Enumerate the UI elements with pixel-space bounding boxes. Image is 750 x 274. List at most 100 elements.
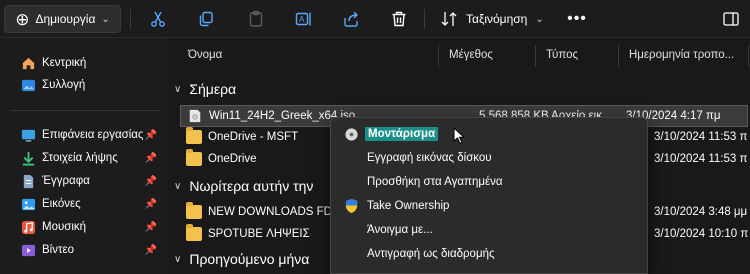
context-item-label: Άνοιγμα με... [367,224,433,236]
pin-icon: 📌 [144,221,157,233]
delete-icon [392,11,406,27]
create-new-button[interactable]: ⊕ Δημιουργία ⌄ [4,5,121,33]
sidebar-item-home[interactable]: Κεντρική [0,52,165,74]
group-label: Προηγούμενο μήνα [189,251,310,267]
pin-icon: 📌 [144,129,157,141]
sidebar-item-label: Συλλογή [42,79,86,91]
context-item-take-ownership[interactable]: Take Ownership [337,195,641,217]
sort-label: Ταξινόμηση [466,12,528,26]
videos-icon [20,242,36,258]
file-date: 3/10/2024 10:10 πμ [654,228,748,240]
sidebar-item-videos[interactable]: Βίντεο 📌 [0,239,165,261]
sidebar-item-label: Κεντρική [42,57,87,69]
group-header-last-month[interactable]: ∨ Προηγούμενο μήνα [174,249,309,269]
folder-icon [186,149,202,166]
pin-icon: 📌 [144,198,157,210]
context-item-mount[interactable]: Μοντάρισμα [337,123,641,145]
folder-icon [186,224,202,241]
desktop-icon [20,127,36,143]
context-item-copy-as-path[interactable]: Αντιγραφή ως διαδρομής [337,243,641,265]
pictures-icon [20,196,36,212]
file-date: 3/10/2024 11:53 πμ [654,131,748,143]
more-options-button[interactable]: ••• [562,5,592,33]
downloads-icon [20,150,36,166]
svg-text:A: A [299,15,305,24]
disc-image-icon [189,109,201,123]
pin-icon: 📌 [144,152,157,164]
paste-icon [249,10,263,27]
uac-shield-icon [343,198,359,214]
file-date: 3/10/2024 3:48 μμ [654,206,748,218]
sidebar-item-label: Εικόνες [42,198,81,210]
copy-icon [199,11,213,27]
share-icon [344,11,358,27]
context-item-label: Μοντάρισμα [365,127,439,141]
paste-button[interactable] [241,5,271,33]
pin-icon: 📌 [144,175,157,187]
cut-button[interactable] [143,5,173,33]
music-icon [20,219,36,235]
navigation-pane: Κεντρική Συλλογή Επιφάνεια εργασίας 📌 Στ… [0,38,167,274]
sidebar-item-label: Στοιχεία λήψης [42,152,118,164]
sidebar-item-label: Επιφάνεια εργασίας [42,129,144,141]
plus-icon: ⊕ [15,9,30,29]
group-label: Σήμερα [189,81,237,97]
home-icon [20,55,36,71]
context-menu: Μοντάρισμα Εγγραφή εικόνας δίσκου Προσθή… [330,117,648,274]
group-header-today[interactable]: ∨ Σήμερα [174,79,236,99]
sidebar-item-label: Έγγραφα [42,175,90,187]
toolbar-divider [424,9,425,29]
file-name: NEW DOWNLOADS FDM [208,206,336,218]
folder-icon [186,127,202,144]
context-item-label: Εγγραφή εικόνας δίσκου [367,152,492,164]
column-header-name[interactable]: Όνομα [178,44,438,66]
sort-button[interactable]: Ταξινόμηση ⌄ [436,5,548,33]
chevron-down-icon: ∨ [174,180,182,192]
documents-icon [20,173,36,189]
column-header-date[interactable]: Ημερομηνία τροπο... [619,44,749,66]
context-item-label: Αντιγραφή ως διαδρομής [367,248,495,260]
toolbar-divider [130,9,131,29]
context-item-add-to-favorites[interactable]: Προσθήκη στα Αγαπημένα [337,171,641,193]
details-pane-button[interactable] [716,5,746,33]
sidebar-item-label: Βίντεο [42,244,75,256]
delete-button[interactable] [384,5,414,33]
sidebar-item-label: Μουσική [42,221,87,233]
share-button[interactable] [336,5,366,33]
sidebar-item-gallery[interactable]: Συλλογή [0,74,165,96]
more-icon: ••• [567,10,587,27]
column-header-size[interactable]: Μέγεθος [439,44,535,66]
group-header-earlier-this-month[interactable]: ∨ Νωρίτερα αυτήν την [174,176,313,196]
sidebar-item-documents[interactable]: Έγγραφα 📌 [0,170,165,192]
context-item-label: Take Ownership [367,200,450,212]
cut-icon [151,11,165,27]
rename-button[interactable]: A [289,5,319,33]
sort-icon [441,12,457,26]
chevron-down-icon: ∨ [174,253,182,265]
context-item-label: Προσθήκη στα Αγαπημένα [367,176,503,188]
copy-button[interactable] [191,5,221,33]
mount-disc-icon [343,126,359,142]
column-divider[interactable] [748,45,749,67]
sidebar-divider [10,110,160,111]
file-name: SPOTUBE ΛΗΨΕΙΣ [208,228,310,240]
command-bar: ⊕ Δημιουργία ⌄ A Ταξινόμηση ⌄ ••• [0,0,750,38]
mouse-cursor-icon [453,127,466,145]
chevron-down-icon: ⌄ [101,13,110,25]
gallery-icon [20,77,36,93]
sidebar-item-music[interactable]: Μουσική 📌 [0,216,165,238]
sidebar-item-pictures[interactable]: Εικόνες 📌 [0,193,165,215]
pin-icon: 📌 [144,244,157,256]
details-pane-icon [723,12,739,26]
create-new-label: Δημιουργία [35,12,96,26]
group-label: Νωρίτερα αυτήν την [189,178,314,194]
chevron-down-icon: ∨ [174,83,182,95]
chevron-down-icon: ⌄ [535,13,544,25]
sidebar-item-downloads[interactable]: Στοιχεία λήψης 📌 [0,147,165,169]
context-item-burn-disc-image[interactable]: Εγγραφή εικόνας δίσκου [337,147,641,169]
folder-icon [186,202,202,219]
rename-icon: A [295,12,311,26]
sidebar-item-desktop[interactable]: Επιφάνεια εργασίας 📌 [0,124,165,146]
context-item-open-with[interactable]: Άνοιγμα με... [337,219,641,241]
column-header-type[interactable]: Τύπος [536,44,618,66]
